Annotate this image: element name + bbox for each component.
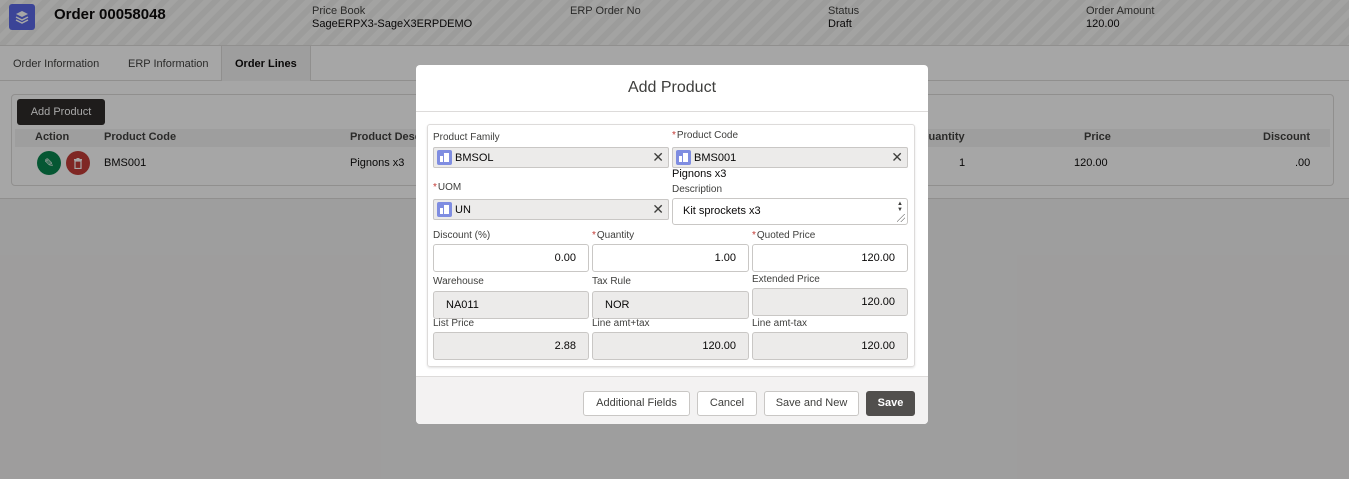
product-form: Product Family BMSOL ✕ *Product Code BMS… [427, 124, 915, 367]
cancel-button[interactable]: Cancel [697, 391, 757, 416]
tax-rule-field: NOR [592, 291, 749, 319]
spinner-arrows-icon[interactable]: ▲ ▼ [897, 201, 903, 213]
list-price-label: List Price [433, 318, 475, 329]
product-code-subtext: Pignons x3 [672, 168, 727, 180]
quoted-price-input[interactable]: 120.00 [752, 244, 908, 272]
uom-lookup[interactable]: UN ✕ [433, 199, 669, 220]
save-button[interactable]: Save [866, 391, 915, 416]
quantity-input[interactable]: 1.00 [592, 244, 749, 272]
description-label: Description [672, 184, 723, 195]
record-type-icon [437, 150, 452, 165]
product-code-label: *Product Code [672, 130, 739, 141]
clear-x-icon[interactable]: ✕ [652, 149, 664, 165]
product-family-lookup[interactable]: BMSOL ✕ [433, 147, 669, 168]
quantity-label: *Quantity [592, 230, 635, 241]
modal-footer: Additional Fields Cancel Save and New Sa… [416, 376, 928, 424]
warehouse-field: NA011 [433, 291, 589, 319]
resize-grip-icon[interactable] [897, 214, 905, 222]
discount-input[interactable]: 0.00 [433, 244, 589, 272]
uom-label: *UOM [433, 182, 462, 193]
modal-body: Product Family BMSOL ✕ *Product Code BMS… [416, 112, 928, 376]
line-amt-plus-tax-field: 120.00 [592, 332, 749, 360]
additional-fields-button[interactable]: Additional Fields [583, 391, 690, 416]
add-product-modal: Add Product Product Family BMSOL ✕ *Prod… [416, 65, 928, 424]
modal-title: Add Product [416, 65, 928, 112]
product-family-label: Product Family [433, 132, 500, 143]
discount-label: Discount (%) [433, 230, 491, 241]
description-textarea[interactable]: Kit sprockets x3 ▲ ▼ [672, 198, 908, 225]
product-code-lookup[interactable]: BMS001 ✕ [672, 147, 908, 168]
line-amt-minus-tax-label: Line amt-tax [752, 318, 808, 329]
save-and-new-button[interactable]: Save and New [764, 391, 859, 416]
extended-price-field: 120.00 [752, 288, 908, 316]
clear-x-icon[interactable]: ✕ [652, 201, 664, 217]
record-type-icon [676, 150, 691, 165]
line-amt-plus-tax-label: Line amt+tax [592, 318, 650, 329]
extended-price-label: Extended Price [752, 274, 820, 285]
tax-rule-label: Tax Rule [592, 276, 631, 287]
record-type-icon [437, 202, 452, 217]
quoted-price-label: *Quoted Price [752, 230, 816, 241]
line-amt-minus-tax-field: 120.00 [752, 332, 908, 360]
list-price-field: 2.88 [433, 332, 589, 360]
warehouse-label: Warehouse [433, 276, 484, 287]
clear-x-icon[interactable]: ✕ [891, 149, 903, 165]
